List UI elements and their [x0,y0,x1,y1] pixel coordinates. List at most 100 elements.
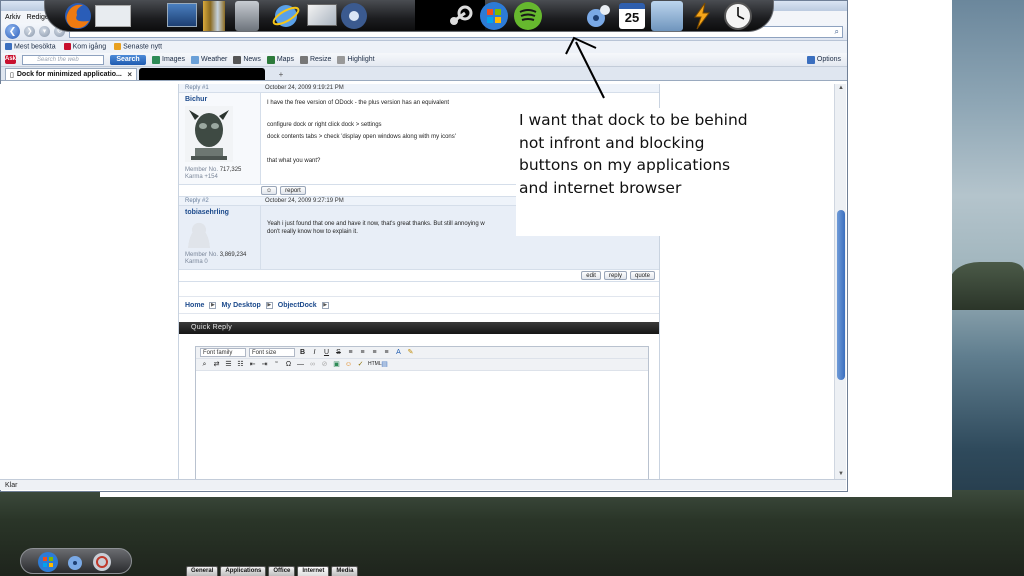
author-name[interactable]: tobiasehrling [185,209,254,216]
search-icon[interactable]: ⌕ [835,27,839,37]
reply-number[interactable]: Reply #2 [179,198,261,204]
dock-tab-office[interactable]: Office [268,566,296,576]
windows-start-icon[interactable] [37,551,59,573]
spotify-icon[interactable] [513,1,543,31]
toolbar-highlight[interactable]: Highlight [337,55,375,64]
numbered-list-icon[interactable]: ☷ [236,360,245,369]
toolbar-maps[interactable]: Maps [266,55,294,64]
bookmark-icon [5,43,12,51]
underline-icon[interactable]: U [322,348,331,357]
clock-icon[interactable] [723,1,753,31]
tools-icon[interactable] [91,551,113,573]
align-left-icon[interactable]: ≡ [346,348,355,357]
tab-redacted[interactable] [139,68,265,80]
menu-arkiv[interactable]: Arkiv [5,14,21,21]
image-icon[interactable]: ▣ [332,360,341,369]
quote-icon[interactable]: “ [272,360,281,369]
emoticon-icon[interactable]: ☺ [344,360,353,369]
quick-reply-header: Quick Reply [179,322,659,334]
bullet-list-icon[interactable]: ☰ [224,360,233,369]
font-size-select[interactable]: Font size [249,348,295,357]
breadcrumb-home[interactable]: Home [185,302,204,309]
scroll-down-icon[interactable]: ▼ [836,470,846,479]
forward-button[interactable]: ❯ [24,26,35,37]
align-center-icon[interactable]: ≡ [358,348,367,357]
toolbar-options[interactable]: Options [806,55,841,64]
toolbar-weather[interactable]: Weather [190,55,227,64]
avatar[interactable] [185,106,233,162]
cleanup-icon[interactable]: ✓ [356,360,365,369]
reply-button[interactable]: reply [603,271,627,280]
toolbar-search-input[interactable]: Search the web [22,54,104,65]
toolbar-search-button[interactable]: Search [110,54,146,65]
winamp-icon[interactable] [687,1,717,31]
firefox-icon[interactable] [63,1,93,31]
close-icon[interactable]: × [127,70,132,79]
horizontal-rule-icon[interactable]: — [296,360,305,369]
tab-dock-thread[interactable]: ▯ Dock for minimized applicatio... × [5,68,137,80]
indent-icon[interactable]: ⇥ [260,360,269,369]
post-date: October 24, 2009 9:19:21 PM [265,85,344,91]
back-button[interactable]: ❮ [5,24,20,39]
windows-start-icon[interactable] [479,1,509,31]
media-player-icon[interactable] [339,1,369,31]
text-color-icon[interactable]: A [394,348,403,357]
replace-icon[interactable]: ⇄ [212,360,221,369]
printer-icon[interactable] [235,1,259,31]
quote-button[interactable]: quote [629,271,655,280]
ask-logo[interactable]: Ask [5,55,16,64]
edit-button[interactable]: edit [581,271,601,280]
avatar-placeholder [185,222,213,248]
unlink-icon[interactable]: ⊘ [320,360,329,369]
editor-toolbar-1: Font family Font size B I U S ≡ ≡ ≡ ≡ A … [196,347,648,359]
bold-icon[interactable]: B [298,348,307,357]
link-icon[interactable]: ∞ [308,360,317,369]
preview-icon[interactable]: ▤ [380,360,389,369]
toolbar-news[interactable]: News [233,55,261,64]
settings-gear-icon[interactable] [65,551,87,573]
toolbar-resize[interactable]: Resize [299,55,331,64]
dropdown-button[interactable]: ▾ [39,26,50,37]
vertical-scrollbar[interactable]: ▲ ▼ [834,84,846,479]
bookmark-getting-started[interactable]: Kom igång [63,43,106,51]
settings-gear-icon[interactable] [583,1,613,31]
dock-tab-applications[interactable]: Applications [220,566,267,576]
steam-icon[interactable] [445,1,475,31]
screen-icon[interactable] [167,3,197,27]
breadcrumb-objectdock[interactable]: ObjectDock [278,302,317,309]
blank-panel [848,0,952,497]
status-bar: Klar [0,479,846,490]
toolbar-images[interactable]: Images [152,55,185,64]
scroll-thumb[interactable] [837,210,845,380]
mail-icon[interactable] [307,4,337,26]
html-icon[interactable]: HTML [368,360,382,369]
find-icon[interactable]: ⌕ [200,360,209,369]
dock-tab-general[interactable]: General [186,566,219,576]
new-tab-button[interactable]: + [273,70,289,80]
dock-tab-internet[interactable]: Internet [297,566,330,576]
report-button[interactable]: report [280,186,306,195]
bookmark-most-visited[interactable]: Mest besökta [5,43,56,51]
weather-icon [190,55,199,64]
computer-icon[interactable] [651,1,683,31]
font-family-select[interactable]: Font family [200,348,246,357]
bookmark-latest-news[interactable]: Senaste nytt [114,43,162,51]
window-thumbnail-icon[interactable] [95,5,131,27]
calendar-icon[interactable]: 25 [619,3,645,29]
dock-tab-media[interactable]: Media [331,566,359,576]
author-name[interactable]: Bichur [185,96,254,103]
justify-icon[interactable]: ≡ [382,348,391,357]
breadcrumb-my-desktop[interactable]: My Desktop [221,302,260,309]
books-icon[interactable] [203,1,225,31]
strikethrough-icon[interactable]: S [334,348,343,357]
internet-explorer-icon[interactable] [271,1,301,31]
scroll-up-icon[interactable]: ▲ [836,84,846,93]
align-right-icon[interactable]: ≡ [370,348,379,357]
reply-number[interactable]: Reply #1 [179,85,261,91]
member-info: Member No. 717,325 [185,167,242,173]
highlight-color-icon[interactable]: ✎ [406,348,415,357]
omega-icon[interactable]: Ω [284,360,293,369]
outdent-icon[interactable]: ⇤ [248,360,257,369]
thumbs-icon[interactable]: ☺ [261,186,278,195]
italic-icon[interactable]: I [310,348,319,357]
